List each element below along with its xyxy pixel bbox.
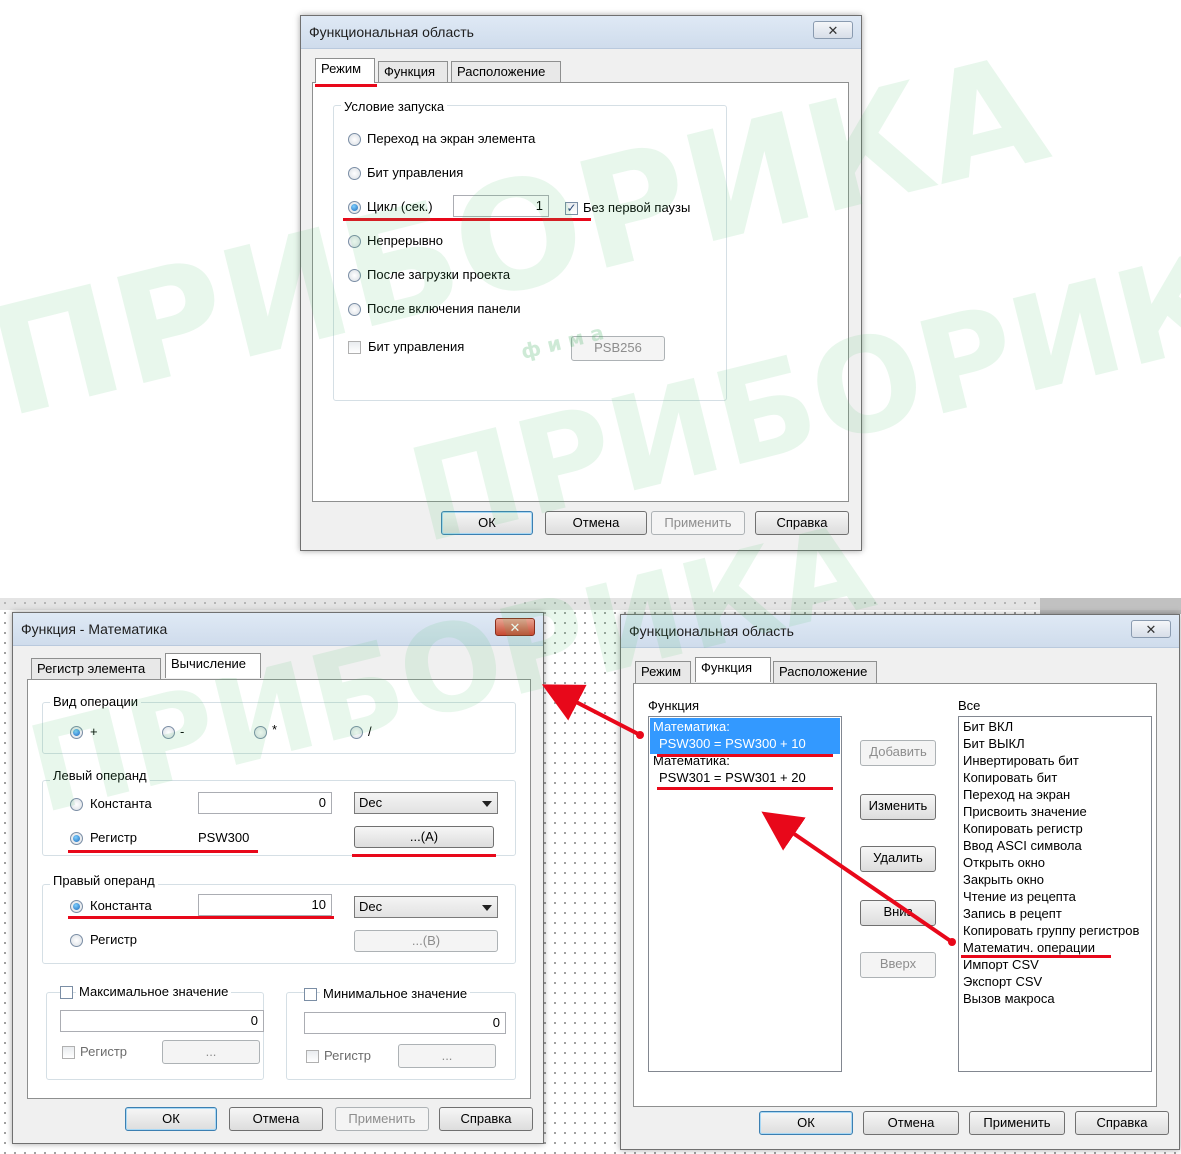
tab-calculation[interactable]: Вычисление: [165, 653, 261, 678]
annotation-arrows: [541, 684, 956, 946]
arrow-from-math-item: [761, 811, 956, 946]
arrow-to-math-dialog: [541, 684, 644, 739]
tab-mode[interactable]: Режим: [315, 58, 375, 83]
tab-function[interactable]: Функция: [695, 657, 771, 682]
